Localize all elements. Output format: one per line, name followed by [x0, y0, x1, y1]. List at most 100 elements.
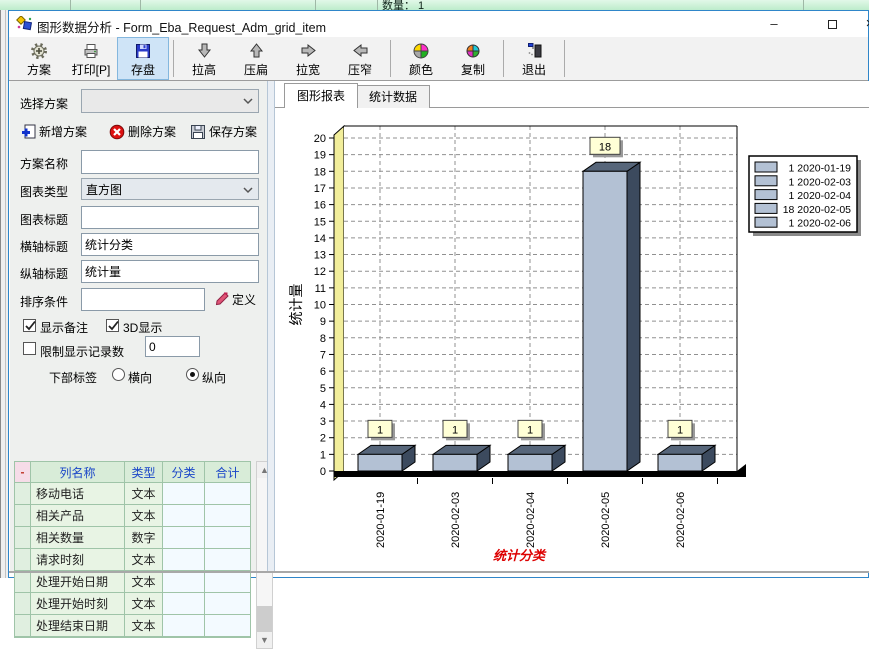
table-cell[interactable] — [205, 505, 250, 527]
table-cell[interactable]: 相关产品 — [31, 505, 125, 527]
svg-text:12: 12 — [314, 266, 326, 278]
x-axis-title-input[interactable] — [81, 233, 259, 256]
title-bar[interactable]: 图形数据分析 - Form_Eba_Request_Adm_grid_item … — [9, 11, 868, 37]
row-selector-cell[interactable] — [15, 571, 31, 593]
scrollbar-thumb[interactable] — [257, 606, 272, 632]
table-row[interactable]: 相关数量数字 — [15, 527, 250, 549]
collapse-header-cell[interactable]: - — [15, 462, 31, 483]
toolbar-label: 退出 — [522, 61, 546, 78]
row-selector-cell[interactable] — [15, 505, 31, 527]
table-cell[interactable]: 处理结束日期 — [31, 615, 125, 637]
save-plan-button[interactable]: 保存方案 — [190, 123, 257, 140]
table-cell[interactable]: 文本 — [125, 593, 163, 615]
table-row[interactable]: 处理结束日期文本 — [15, 615, 250, 637]
close-button[interactable]: × — [853, 11, 869, 37]
tab-graph-report[interactable]: 图形报表 — [284, 83, 358, 108]
row-selector-cell[interactable] — [15, 549, 31, 571]
vertical-radio[interactable] — [186, 368, 199, 381]
toolbar-label: 复制 — [461, 61, 485, 78]
table-header-cell[interactable]: 合计 — [205, 462, 250, 483]
table-header-cell[interactable]: 类型 — [125, 462, 163, 483]
narrow-button[interactable]: 压窄 — [334, 37, 386, 80]
plan-button[interactable]: 方案 — [13, 37, 65, 80]
chart-title-input[interactable] — [81, 206, 259, 229]
table-cell[interactable] — [205, 527, 250, 549]
delete-plan-label: 删除方案 — [128, 123, 176, 140]
flatten-button[interactable]: 压扁 — [230, 37, 282, 80]
widen-button[interactable]: 拉宽 — [282, 37, 334, 80]
table-cell[interactable] — [163, 549, 205, 571]
stretch-tall-button[interactable]: 拉高 — [178, 37, 230, 80]
sort-condition-input[interactable] — [81, 288, 205, 311]
table-cell[interactable]: 文本 — [125, 505, 163, 527]
svg-text:8: 8 — [320, 333, 326, 345]
table-cell[interactable] — [163, 615, 205, 637]
tab-statistics[interactable]: 统计数据 — [356, 85, 430, 108]
window-bottom-edge — [9, 571, 869, 573]
y-axis-title: 统计量 — [288, 284, 304, 326]
table-cell[interactable]: 相关数量 — [31, 527, 125, 549]
print-button[interactable]: 打印[P] — [65, 37, 117, 80]
plan-name-input[interactable] — [81, 150, 259, 174]
table-header-cell[interactable]: 列名称 — [31, 462, 125, 483]
table-cell[interactable] — [163, 571, 205, 593]
table-cell[interactable]: 移动电话 — [31, 483, 125, 505]
table-row[interactable]: 请求时刻文本 — [15, 549, 250, 571]
new-plan-button[interactable]: 新增方案 — [21, 123, 87, 140]
color-button[interactable]: 颜色 — [395, 37, 447, 80]
exit-button[interactable]: 退出 — [508, 37, 560, 80]
show-notes-checkbox[interactable] — [23, 319, 36, 332]
table-cell[interactable] — [205, 549, 250, 571]
table-cell[interactable]: 处理开始日期 — [31, 571, 125, 593]
define-button[interactable]: 定义 — [214, 291, 256, 308]
row-selector-cell[interactable] — [15, 615, 31, 637]
check-icon — [107, 319, 120, 332]
table-cell[interactable] — [163, 527, 205, 549]
delete-plan-button[interactable]: 删除方案 — [109, 123, 176, 140]
copy-button[interactable]: 复制 — [447, 37, 499, 80]
row-selector-cell[interactable] — [15, 483, 31, 505]
table-row[interactable]: 处理开始时刻文本 — [15, 593, 250, 615]
bar — [583, 171, 627, 471]
table-cell[interactable]: 文本 — [125, 549, 163, 571]
y-axis-title-input[interactable] — [81, 260, 259, 283]
row-selector-cell[interactable] — [15, 593, 31, 615]
table-cell[interactable]: 请求时刻 — [31, 549, 125, 571]
legend-entry: 1 2020-02-06 — [789, 218, 852, 230]
grid-divider — [315, 0, 316, 10]
limit-records-checkbox[interactable] — [23, 342, 36, 355]
svg-text:6: 6 — [320, 366, 326, 378]
table-cell[interactable] — [205, 615, 250, 637]
table-row[interactable]: 处理开始日期文本 — [15, 571, 250, 593]
display-3d-checkbox[interactable] — [106, 319, 119, 332]
table-cell[interactable] — [205, 571, 250, 593]
panel-splitter[interactable] — [267, 81, 275, 572]
table-cell[interactable]: 文本 — [125, 571, 163, 593]
legend-swatch — [755, 162, 777, 172]
table-cell[interactable]: 文本 — [125, 615, 163, 637]
limit-records-input[interactable] — [145, 336, 200, 357]
table-cell[interactable]: 数字 — [125, 527, 163, 549]
scroll-down-arrow[interactable]: ▼ — [257, 632, 272, 648]
chart-type-dropdown[interactable]: 直方图 — [81, 178, 259, 200]
table-row[interactable]: 相关产品文本 — [15, 505, 250, 527]
svg-text:5: 5 — [320, 383, 326, 395]
svg-text:4: 4 — [320, 399, 326, 411]
minimize-button[interactable]: – — [757, 11, 791, 37]
horizontal-radio[interactable] — [112, 368, 125, 381]
table-cell[interactable]: 处理开始时刻 — [31, 593, 125, 615]
select-plan-dropdown[interactable] — [81, 89, 259, 113]
toolbar-label: 拉宽 — [296, 61, 320, 78]
table-row[interactable]: 移动电话文本 — [15, 483, 250, 505]
table-cell[interactable] — [163, 593, 205, 615]
save-button[interactable]: 存盘 — [117, 37, 169, 80]
maximize-button[interactable] — [815, 11, 849, 37]
table-cell[interactable] — [205, 593, 250, 615]
table-cell[interactable] — [163, 505, 205, 527]
table-cell[interactable] — [205, 483, 250, 505]
table-cell[interactable]: 文本 — [125, 483, 163, 505]
table-cell[interactable] — [163, 483, 205, 505]
row-selector-cell[interactable] — [15, 527, 31, 549]
table-header-cell[interactable]: 分类 — [163, 462, 205, 483]
toolbar-separator — [173, 40, 174, 77]
